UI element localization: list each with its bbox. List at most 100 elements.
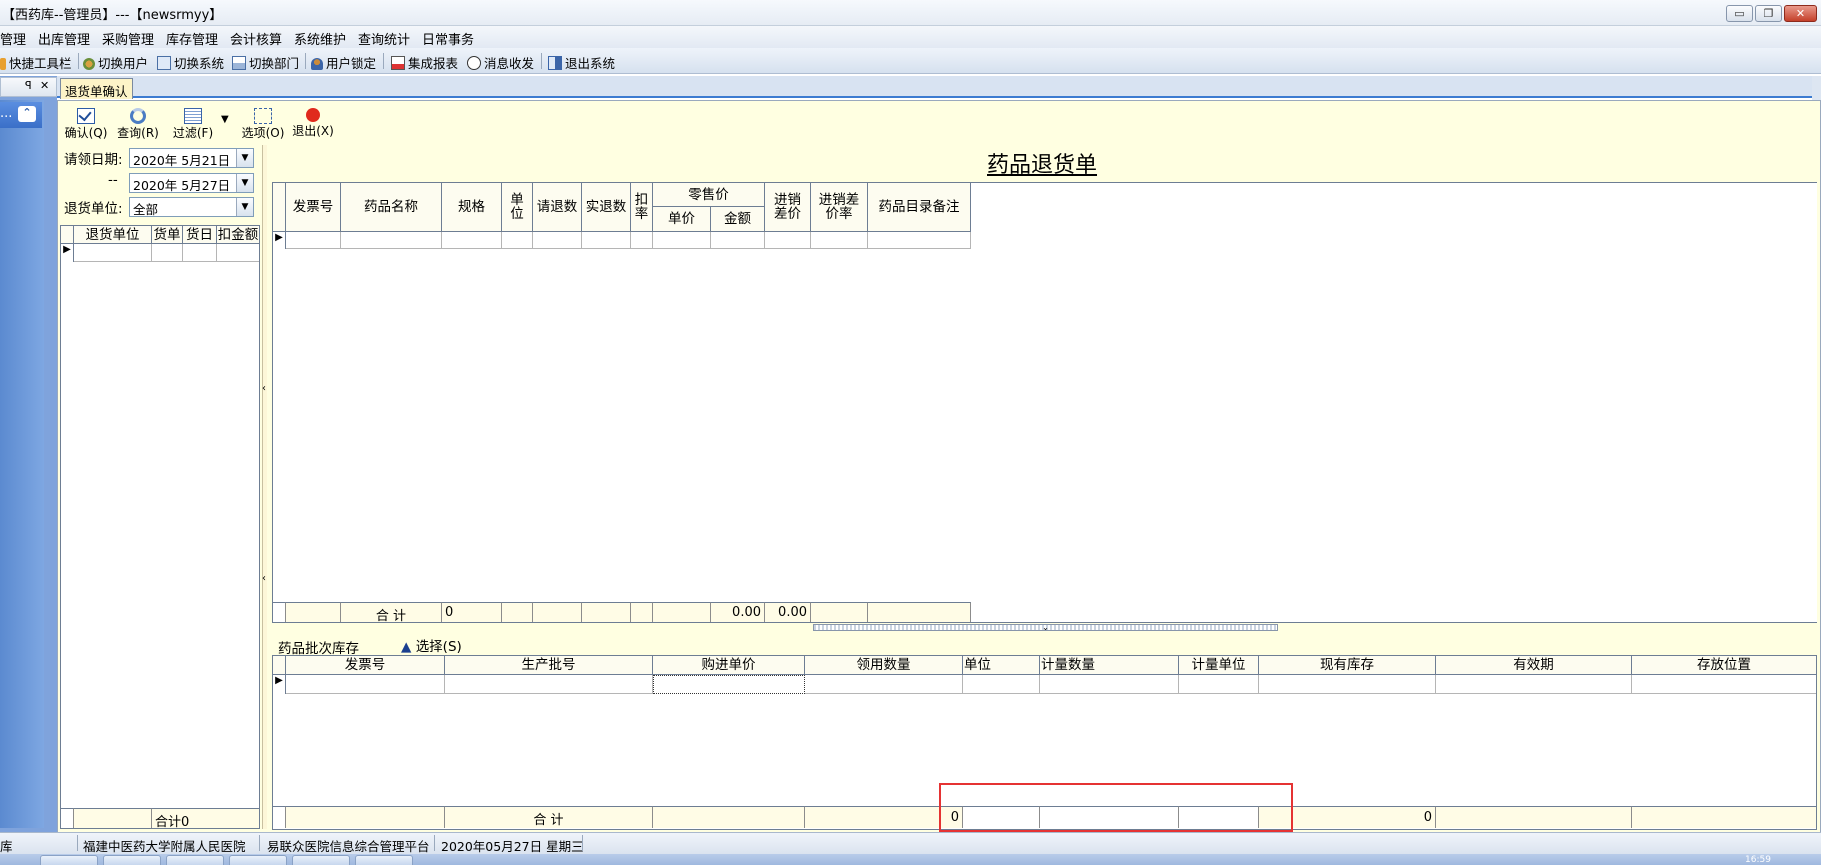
switch-system-button[interactable]: 切换系统 (157, 53, 224, 72)
pin-icon[interactable]: ꟼ (25, 79, 32, 92)
table-row[interactable] (868, 232, 971, 249)
table-row[interactable] (811, 232, 868, 249)
table-row[interactable] (217, 244, 259, 262)
dock-close-icon[interactable]: ✕ (40, 79, 49, 92)
main-grid-header[interactable]: 单价 (653, 207, 711, 232)
main-grid-header[interactable]: 扣 率 (631, 183, 653, 232)
left-grid-header[interactable]: 退货单位 (74, 226, 152, 244)
main-grid-header[interactable]: 进销差 价率 (811, 183, 868, 232)
table-row[interactable] (442, 232, 502, 249)
main-grid-header[interactable]: 药品名称 (341, 183, 442, 232)
left-grid-header[interactable]: 扣金额 (217, 226, 259, 244)
table-row[interactable] (74, 244, 152, 262)
menu-item-manage[interactable]: 管理 (0, 29, 26, 48)
minimize-button[interactable]: ▭ (1726, 5, 1753, 22)
filter-button[interactable]: 过滤(F) (170, 108, 216, 140)
table-row[interactable] (1179, 675, 1259, 694)
confirm-button[interactable]: 确认(Q) (64, 107, 108, 140)
table-row[interactable] (341, 232, 442, 249)
collapse-left-icon[interactable]: ‹ (262, 573, 266, 584)
main-grid-header[interactable]: 进销 差价 (765, 183, 811, 232)
main-grid-header[interactable]: 请退数 (533, 183, 582, 232)
chevron-down-icon[interactable]: ▼ (236, 198, 253, 216)
close-button[interactable]: ✕ (1784, 5, 1817, 22)
left-grid-header[interactable]: 货单 (152, 226, 183, 244)
batch-grid-header[interactable]: 单位 (963, 656, 1040, 675)
main-grid-header[interactable]: 金额 (711, 207, 765, 232)
batch-grid-header[interactable]: 生产批号 (445, 656, 653, 675)
maximize-button[interactable]: ❐ (1755, 5, 1782, 22)
menu-item-system[interactable]: 系统维护 (294, 29, 346, 48)
table-row-focused[interactable] (653, 675, 805, 694)
collapse-left-icon[interactable]: ‹ (262, 383, 266, 394)
switch-user-button[interactable]: 切换用户 (83, 53, 148, 72)
splitter[interactable] (262, 145, 267, 829)
table-row[interactable] (152, 244, 183, 262)
table-row[interactable] (183, 244, 217, 262)
table-row[interactable] (711, 232, 765, 249)
unit-select[interactable]: 全部 ▼ (129, 197, 254, 217)
table-row[interactable] (653, 232, 711, 249)
report-button[interactable]: 集成报表 (391, 53, 458, 72)
main-grid-header[interactable]: 实退数 (582, 183, 631, 232)
options-button[interactable]: 选项(O) (240, 108, 286, 140)
main-grid-header[interactable]: 规格 (442, 183, 502, 232)
date-from-picker[interactable]: 2020年 5月21日 ▼ (129, 148, 254, 168)
query-button[interactable]: 查询(R) (115, 108, 161, 140)
table-row[interactable] (533, 232, 582, 249)
table-row[interactable] (445, 675, 653, 694)
message-button[interactable]: 消息收发 (467, 53, 534, 72)
table-row[interactable] (1632, 675, 1816, 694)
batch-grid-header[interactable]: 领用数量 (805, 656, 963, 675)
menu-item-purchase[interactable]: 采购管理 (102, 29, 154, 48)
splitter-chevron-down-icon[interactable]: ⌄ (813, 624, 1278, 632)
switch-dept-button[interactable]: 切换部门 (232, 53, 299, 72)
date-to-picker[interactable]: 2020年 5月27日 ▼ (129, 173, 254, 193)
main-grid-header[interactable]: 药品目录备注 (868, 183, 971, 232)
batch-grid-header[interactable]: 存放位置 (1632, 656, 1816, 675)
table-row[interactable] (805, 675, 963, 694)
menu-item-daily[interactable]: 日常事务 (422, 29, 474, 48)
exit-system-button[interactable]: 退出系统 (548, 53, 615, 72)
table-row[interactable] (1436, 675, 1632, 694)
table-row[interactable] (582, 232, 631, 249)
chevron-down-icon[interactable]: ▼ (236, 149, 253, 167)
table-row[interactable] (1259, 675, 1436, 694)
table-row[interactable] (963, 675, 1040, 694)
dock-nav-button[interactable]: ... ⌃ (0, 102, 42, 128)
table-row[interactable] (1040, 675, 1179, 694)
menu-item-accounting[interactable]: 会计核算 (230, 29, 282, 48)
batch-grid-header[interactable]: 计量数量 (1040, 656, 1179, 675)
taskbar-app-icon[interactable] (40, 855, 98, 865)
taskbar-app-icon[interactable] (229, 855, 287, 865)
table-row[interactable] (286, 675, 445, 694)
left-grid-header[interactable]: 货日 (183, 226, 217, 244)
taskbar-app-icon[interactable] (355, 855, 413, 865)
taskbar-app-icon[interactable] (292, 855, 350, 865)
exit-button[interactable]: 退出(X) (291, 108, 335, 138)
batch-grid-header[interactable]: 计量单位 (1179, 656, 1259, 675)
table-row[interactable] (631, 232, 653, 249)
batch-grid-header[interactable]: 有效期 (1436, 656, 1632, 675)
batch-grid-header[interactable]: 现有库存 (1259, 656, 1436, 675)
main-grid-header[interactable]: 单 位 (502, 183, 533, 232)
left-grid[interactable] (60, 225, 260, 829)
chevron-down-icon[interactable]: ▼ (236, 174, 253, 192)
tab-return-confirm[interactable]: 退货单确认 (60, 78, 133, 99)
select-button[interactable]: ▲ 选择(S) (401, 635, 462, 655)
table-row[interactable] (502, 232, 533, 249)
filter-dropdown-icon[interactable]: ▼ (221, 114, 229, 125)
menu-item-query[interactable]: 查询统计 (358, 29, 410, 48)
menu-item-inventory[interactable]: 库存管理 (166, 29, 218, 48)
menu-item-outbound[interactable]: 出库管理 (38, 29, 90, 48)
table-row[interactable] (286, 232, 341, 249)
taskbar-app-icon[interactable] (166, 855, 224, 865)
collapse-up-icon[interactable]: ⌃ (18, 106, 36, 122)
main-grid-header[interactable]: 发票号 (286, 183, 341, 232)
main-grid-header-group[interactable]: 零售价 (653, 183, 765, 207)
table-row[interactable] (765, 232, 811, 249)
user-lock-button[interactable]: 用户锁定 (311, 53, 376, 72)
taskbar-app-icon[interactable] (103, 855, 161, 865)
batch-grid-header[interactable]: 发票号 (286, 656, 445, 675)
batch-grid-header[interactable]: 购进单价 (653, 656, 805, 675)
